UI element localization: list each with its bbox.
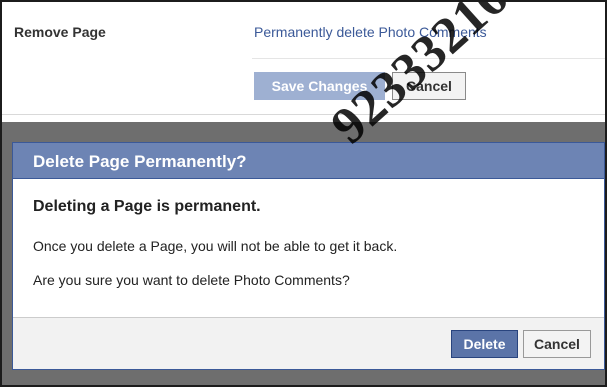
save-changes-button[interactable]: Save Changes (254, 72, 385, 100)
dialog-footer: Delete Cancel (13, 317, 604, 369)
remove-page-label: Remove Page (14, 24, 106, 40)
permanently-delete-link[interactable]: Permanently delete Photo Comments (254, 24, 487, 40)
delete-button[interactable]: Delete (451, 330, 518, 358)
screenshot-frame: Remove Page Permanently delete Photo Com… (0, 0, 607, 387)
settings-cancel-button[interactable]: Cancel (392, 72, 466, 100)
remove-page-settings-row: Remove Page Permanently delete Photo Com… (2, 2, 605, 106)
dialog-header: Delete Page Permanently? (13, 143, 604, 179)
dialog-heading: Deleting a Page is permanent. (33, 198, 261, 215)
settings-divider (252, 58, 605, 59)
dialog-warning-text: Once you delete a Page, you will not be … (33, 238, 398, 254)
dialog-cancel-button[interactable]: Cancel (523, 330, 591, 358)
delete-page-dialog: Delete Page Permanently? Deleting a Page… (12, 142, 605, 370)
dialog-title: Delete Page Permanently? (33, 152, 247, 171)
row-divider (2, 114, 605, 115)
dialog-confirm-text: Are you sure you want to delete Photo Co… (33, 272, 350, 288)
